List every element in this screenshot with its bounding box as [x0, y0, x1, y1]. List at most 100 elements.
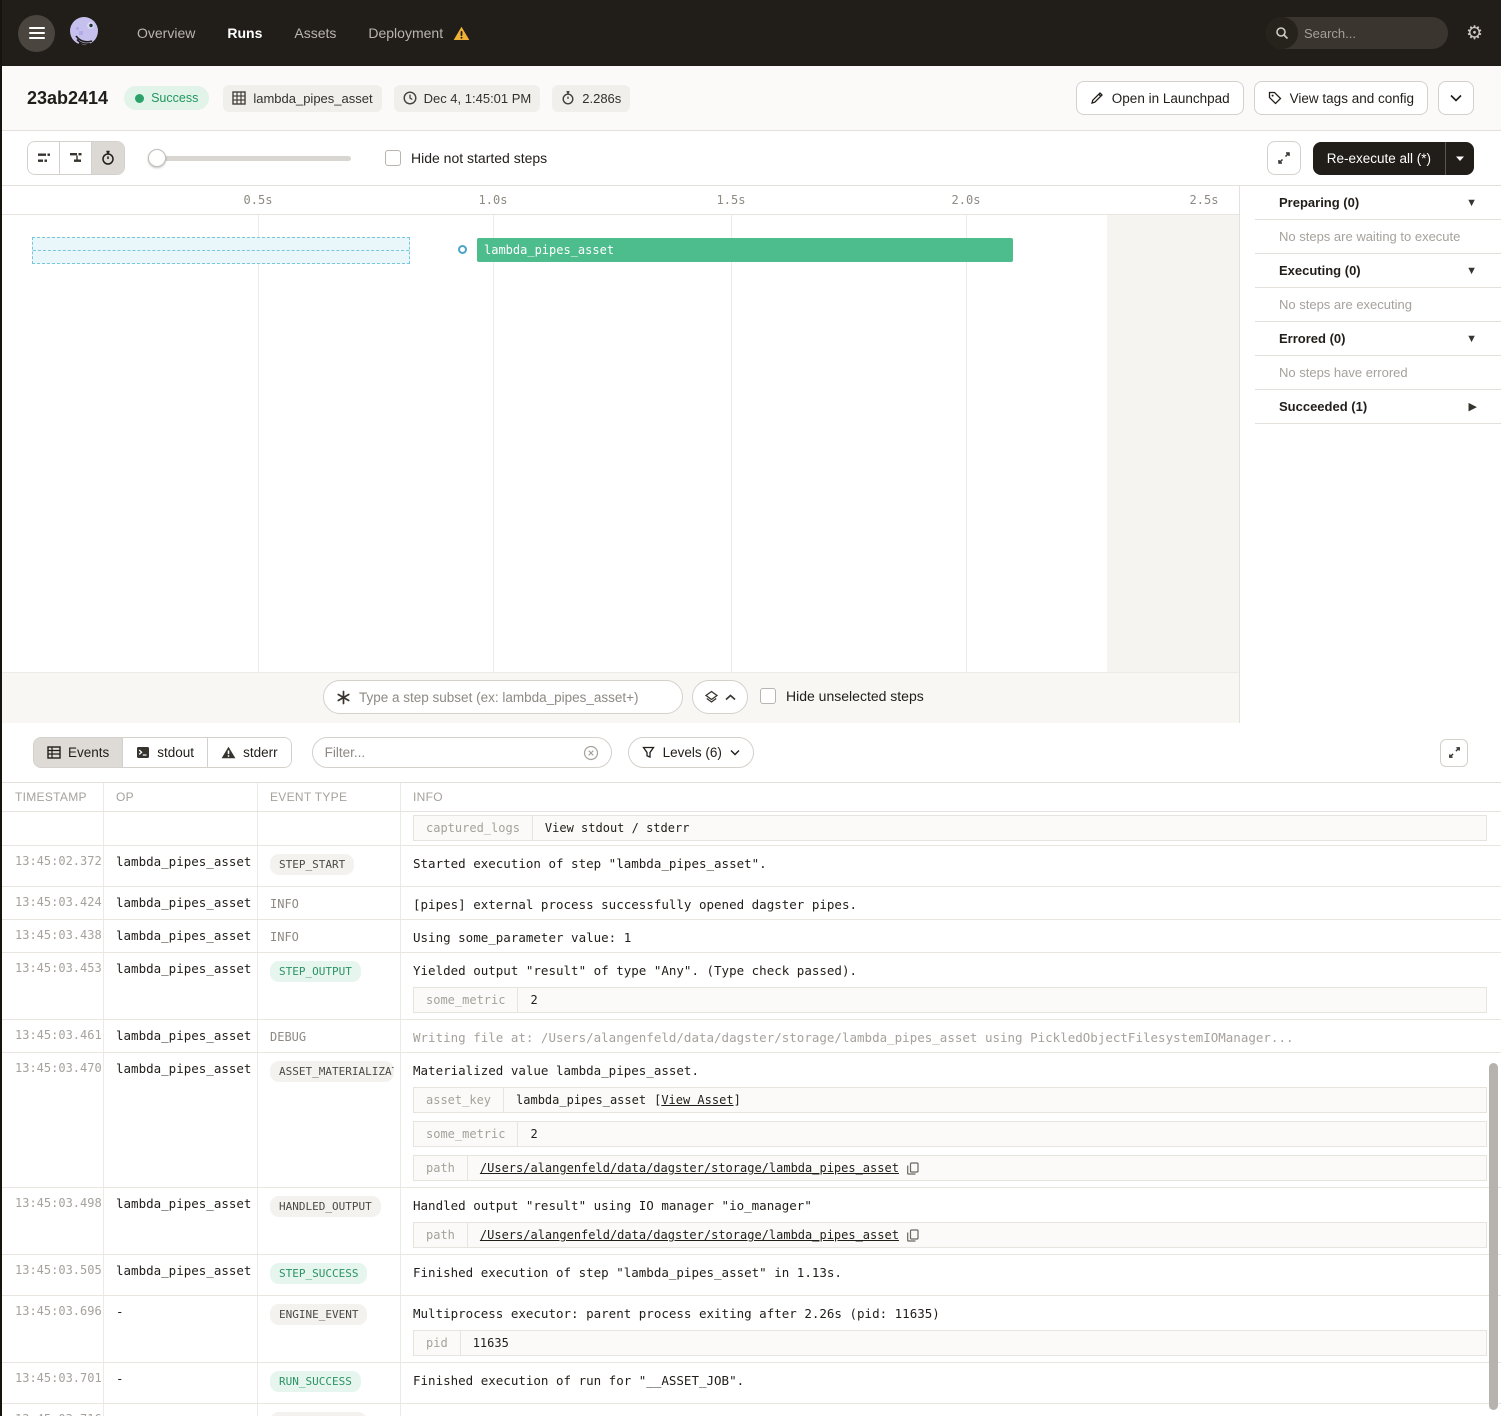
metadata-value: /Users/alangenfeld/data/dagster/storage/…: [468, 1156, 931, 1180]
sidebar-section-header[interactable]: Executing (0)▼: [1255, 254, 1501, 288]
log-row[interactable]: 13:45:03.498lambda_pipes_asset HANDLED_OU…: [0, 1188, 1501, 1255]
sidebar-section-header[interactable]: Errored (0)▼: [1255, 322, 1501, 356]
gantt-zoom-slider[interactable]: [151, 149, 351, 167]
search-input[interactable]: [1298, 26, 1448, 41]
checkbox-box[interactable]: [760, 688, 776, 704]
metadata-table: some_metric2: [413, 1121, 1487, 1147]
log-event-type-cell: INFO: [258, 920, 401, 952]
step-subset-input[interactable]: [359, 690, 670, 705]
gantt-view-mode-group: [27, 141, 125, 175]
reexecute-options-caret[interactable]: [1446, 142, 1474, 175]
clear-filter-icon[interactable]: [583, 745, 599, 761]
nav-item-overview[interactable]: Overview: [137, 25, 195, 41]
hide-unselected-checkbox[interactable]: Hide unselected steps: [760, 688, 924, 704]
log-row[interactable]: 13:45:03.424lambda_pipes_assetINFO[pipes…: [0, 887, 1501, 920]
event-type-badge: HANDLED_OUTPUT: [270, 1196, 381, 1217]
hide-not-started-checkbox[interactable]: Hide not started steps: [385, 150, 547, 166]
log-row[interactable]: 13:45:03.716-ENGINE_EVENTProcess for run…: [0, 1404, 1501, 1416]
levels-dropdown[interactable]: Levels (6): [628, 737, 754, 768]
logs-scrollbar-thumb[interactable]: [1489, 1063, 1498, 1410]
nav-item-runs[interactable]: Runs: [227, 25, 262, 41]
log-info-cell: Handled output "result" using IO manager…: [401, 1188, 1501, 1254]
gantt-gridline: [731, 215, 732, 723]
log-message: Finished execution of step "lambda_pipes…: [413, 1263, 1487, 1281]
menu-button[interactable]: [18, 15, 55, 52]
status-dot: [135, 94, 144, 103]
event-type-badge: STEP_START: [270, 854, 354, 875]
gantt-footer: Hide unselected steps: [0, 672, 1239, 723]
tab-stderr[interactable]: stderr: [208, 738, 291, 767]
tab-stdout[interactable]: stdout: [123, 738, 208, 767]
metadata-table: path/Users/alangenfeld/data/dagster/stor…: [413, 1155, 1487, 1181]
terminal-icon: [136, 746, 150, 759]
event-type-badge: RUN_SUCCESS: [270, 1371, 361, 1392]
metadata-value-text: 2: [530, 1127, 537, 1141]
dagster-logo[interactable]: [63, 12, 105, 54]
run-tag[interactable]: 2.286s: [552, 85, 630, 112]
view-tags-config-button[interactable]: View tags and config: [1254, 81, 1428, 115]
settings-gear-icon[interactable]: ⚙: [1466, 24, 1483, 43]
sidebar-section-title: Errored (0): [1279, 331, 1345, 346]
log-timestamp: 13:45:03.461: [0, 1020, 104, 1052]
gantt-selection-region[interactable]: [32, 237, 410, 264]
log-row[interactable]: captured_logsView stdout / stderr: [0, 812, 1501, 846]
copy-icon[interactable]: [907, 1162, 919, 1175]
levels-label: Levels (6): [663, 745, 722, 760]
pencil-icon: [1090, 91, 1104, 105]
log-timestamp: 13:45:03.470: [0, 1053, 104, 1187]
metadata-table: captured_logsView stdout / stderr: [413, 815, 1487, 841]
run-status-badge: Success: [124, 86, 209, 110]
global-search[interactable]: /: [1266, 17, 1448, 49]
flat-view-button[interactable]: [28, 142, 60, 174]
log-info-cell: captured_logsView stdout / stderr: [401, 812, 1501, 845]
filter-funnel-icon: [642, 746, 655, 759]
logs-fullscreen-button[interactable]: [1440, 739, 1468, 767]
reexecute-all-button[interactable]: Re-execute all (*): [1313, 142, 1474, 175]
log-op: lambda_pipes_asset: [104, 1188, 258, 1254]
sidebar-section-header[interactable]: Preparing (0)▼: [1255, 186, 1501, 220]
sidebar-section-message: No steps are executing: [1279, 297, 1412, 312]
log-row[interactable]: 13:45:03.505lambda_pipes_assetSTEP_SUCCE…: [0, 1255, 1501, 1296]
gantt-step-bar[interactable]: lambda_pipes_asset: [477, 238, 1013, 262]
log-event-type-cell: RUN_SUCCESS: [258, 1363, 401, 1403]
run-more-actions-button[interactable]: [1438, 81, 1474, 115]
log-filter[interactable]: [312, 737, 612, 768]
timed-view-button[interactable]: [92, 142, 124, 174]
metadata-key: some_metric: [414, 988, 518, 1012]
log-op: lambda_pipes_asset: [104, 1255, 258, 1295]
path-link[interactable]: /Users/alangenfeld/data/dagster/storage/…: [480, 1228, 899, 1242]
log-row[interactable]: 13:45:03.701-RUN_SUCCESSFinished executi…: [0, 1363, 1501, 1404]
waterfall-view-button[interactable]: [60, 142, 92, 174]
event-type-badge: ENGINE_EVENT: [270, 1412, 367, 1416]
event-type-badge: STEP_OUTPUT: [270, 961, 361, 982]
run-tag[interactable]: Dec 4, 1:45:01 PM: [394, 85, 541, 112]
metadata-value-text: 11635: [473, 1336, 509, 1350]
sidebar-section-header[interactable]: Succeeded (1)▶: [1255, 390, 1501, 424]
step-subset-selector[interactable]: [323, 680, 683, 714]
log-row[interactable]: 13:45:03.453lambda_pipes_assetSTEP_OUTPU…: [0, 953, 1501, 1020]
checkbox-box[interactable]: [385, 150, 401, 166]
log-timestamp: 13:45:03.498: [0, 1188, 104, 1254]
slider-handle[interactable]: [148, 149, 166, 167]
graph-options-button[interactable]: [692, 680, 748, 714]
open-in-launchpad-button[interactable]: Open in Launchpad: [1076, 81, 1244, 115]
status-label: Success: [151, 91, 198, 105]
metadata-table: pid11635: [413, 1330, 1487, 1356]
run-tag[interactable]: lambda_pipes_asset: [223, 85, 381, 112]
tab-events[interactable]: Events: [34, 738, 123, 767]
view-asset-link[interactable]: View Asset: [661, 1093, 733, 1107]
nav-item-assets[interactable]: Assets: [294, 25, 336, 41]
log-row[interactable]: 13:45:03.461lambda_pipes_assetDEBUGWriti…: [0, 1020, 1501, 1053]
nav-item-deployment[interactable]: Deployment: [368, 25, 443, 41]
log-filter-input[interactable]: [325, 745, 575, 760]
chevron-down-icon: ▼: [1466, 265, 1477, 277]
log-row[interactable]: 13:45:02.372lambda_pipes_assetSTEP_START…: [0, 846, 1501, 887]
event-type-badge: ASSET_MATERIALIZAT…: [270, 1061, 394, 1082]
log-row[interactable]: 13:45:03.696-ENGINE_EVENTMultiprocess ex…: [0, 1296, 1501, 1363]
left-edge-strip: [0, 0, 2, 1416]
copy-icon[interactable]: [907, 1229, 919, 1242]
path-link[interactable]: /Users/alangenfeld/data/dagster/storage/…: [480, 1161, 899, 1175]
log-row[interactable]: 13:45:03.470lambda_pipes_assetASSET_MATE…: [0, 1053, 1501, 1188]
log-row[interactable]: 13:45:03.438lambda_pipes_assetINFOUsing …: [0, 920, 1501, 953]
gantt-fullscreen-button[interactable]: [1267, 141, 1301, 175]
